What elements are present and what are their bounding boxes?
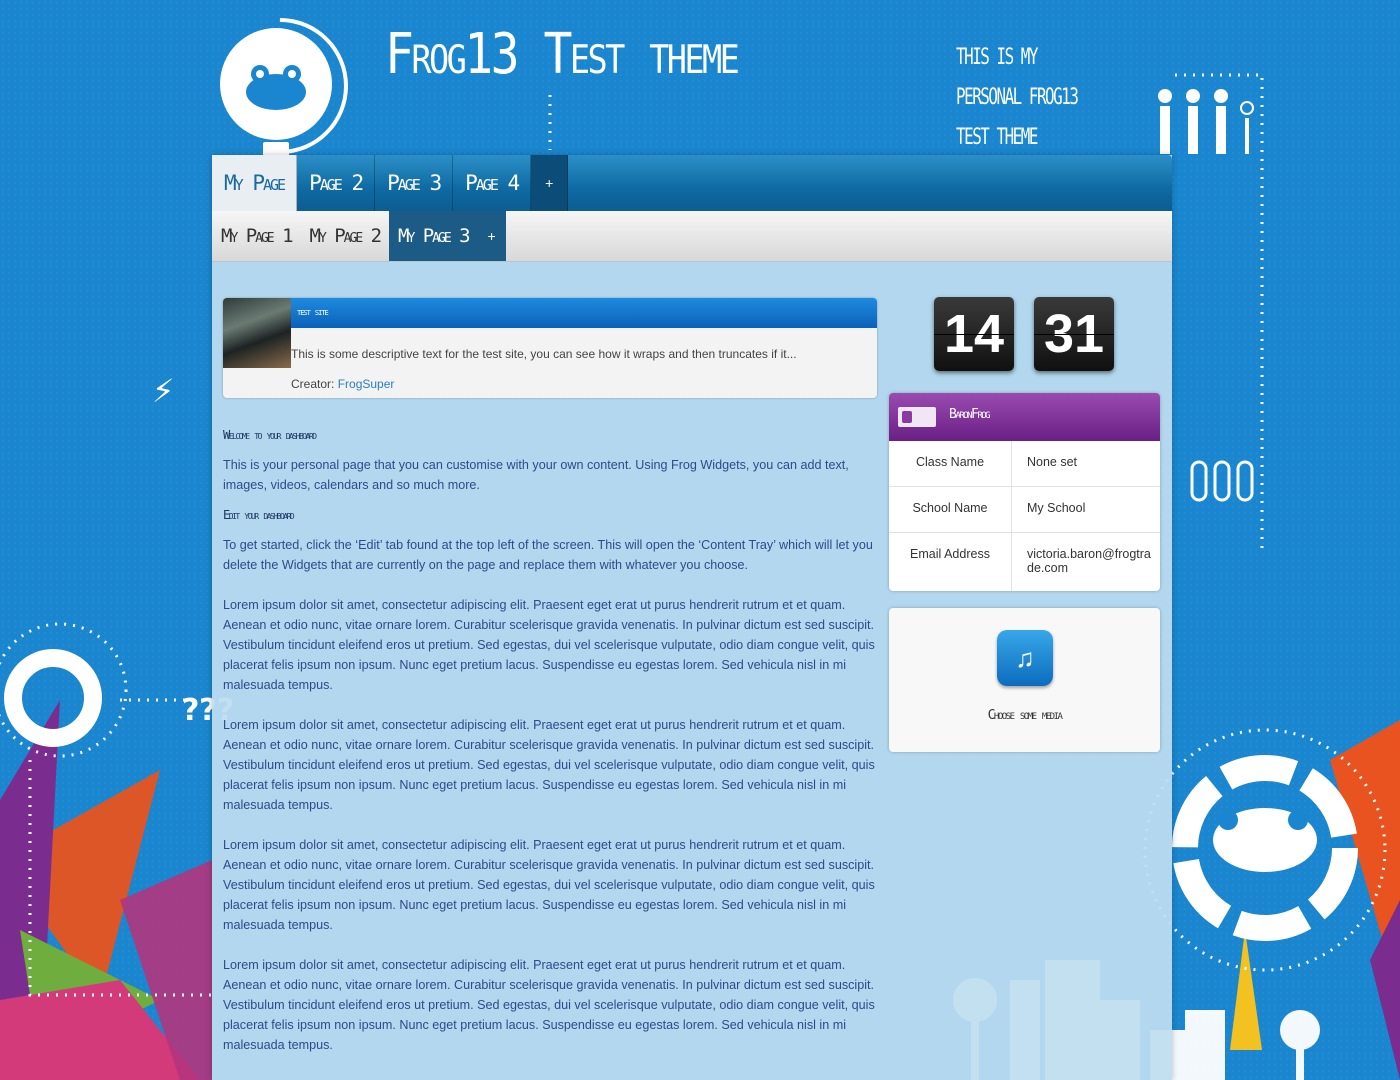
add-tab-button[interactable]: + [531, 155, 569, 211]
lorem-paragraph: Lorem ipsum dolor sit amet, consectetur … [223, 598, 875, 692]
clock-hours: 14 [934, 297, 1014, 371]
subtab-my-page-2[interactable]: My Page 2 [301, 211, 390, 261]
profile-value: My School [1027, 501, 1086, 515]
profile-label: School Name [889, 487, 1012, 532]
site-thumbnail[interactable] [223, 298, 291, 368]
id-card-icon [898, 407, 936, 427]
media-widget[interactable]: ♫ Choose some media [889, 608, 1160, 752]
profile-widget: BaronFrog Class Name None set School Nam… [889, 393, 1160, 591]
profile-row-class: Class Name None set [889, 441, 1160, 486]
tab-my-page[interactable]: My Page [212, 155, 298, 211]
subtab-my-page-1[interactable]: My Page 1 [212, 211, 301, 261]
main-panel: My Page Page 2 Page 3 Page 4 + My Page 1… [212, 155, 1172, 1080]
site-link-card[interactable]: test site This is some descriptive text … [223, 298, 877, 398]
tab-page-4[interactable]: Page 4 [453, 155, 532, 211]
media-icon[interactable]: ♫ [997, 630, 1053, 686]
tab-page-2[interactable]: Page 2 [297, 155, 376, 211]
frog-face-icon [246, 65, 306, 110]
secondary-tab-bar: My Page 1 My Page 2 My Page 3 + [212, 211, 1172, 262]
frog-logo[interactable] [220, 28, 332, 140]
site-card-creator: Creator: FrogSuper [291, 377, 394, 391]
tab-page-3[interactable]: Page 3 [375, 155, 454, 211]
clock-minutes: 31 [1034, 297, 1114, 371]
profile-name: BaronFrog [949, 407, 991, 422]
site-card-title[interactable]: test site [291, 298, 877, 328]
choose-media-label[interactable]: Choose some media [889, 708, 1160, 723]
creator-label: Creator: [291, 377, 335, 391]
profile-header: BaronFrog [889, 393, 1160, 441]
profile-value: None set [1027, 455, 1078, 469]
profile-row-email: Email Address victoria.baron@frogtrade.c… [889, 532, 1160, 591]
heading-edit: Edit your dashboard [223, 508, 295, 522]
profile-row-school: School Name My School [889, 486, 1160, 532]
edit-paragraph: To get started, click the ‘Edit’ tab fou… [223, 538, 873, 572]
subtab-my-page-3[interactable]: My Page 3 [389, 211, 478, 261]
site-tagline: This is my personal Frog13 test theme [956, 45, 1079, 150]
lorem-paragraph: Lorem ipsum dolor sit amet, consectetur … [223, 718, 875, 812]
profile-value: victoria.baron@frogtrade.com [1027, 547, 1151, 575]
add-subtab-button[interactable]: + [477, 211, 506, 261]
heading-welcome: Welcome to your dashboard [223, 428, 317, 442]
welcome-paragraph: This is your personal page that you can … [223, 458, 849, 492]
primary-tab-bar: My Page Page 2 Page 3 Page 4 + [212, 155, 1172, 211]
dashboard-content: Welcome to your dashboard This is your p… [223, 423, 879, 1055]
lorem-paragraph: Lorem ipsum dolor sit amet, consectetur … [223, 958, 875, 1052]
site-card-description: This is some descriptive text for the te… [291, 347, 797, 361]
profile-label: Class Name [889, 441, 1012, 486]
creator-link[interactable]: FrogSuper [338, 377, 395, 391]
profile-label: Email Address [889, 533, 1012, 591]
site-title: Frog13 Test theme [385, 22, 740, 87]
globe-stand [263, 142, 289, 156]
lorem-paragraph: Lorem ipsum dolor sit amet, consectetur … [223, 838, 875, 932]
